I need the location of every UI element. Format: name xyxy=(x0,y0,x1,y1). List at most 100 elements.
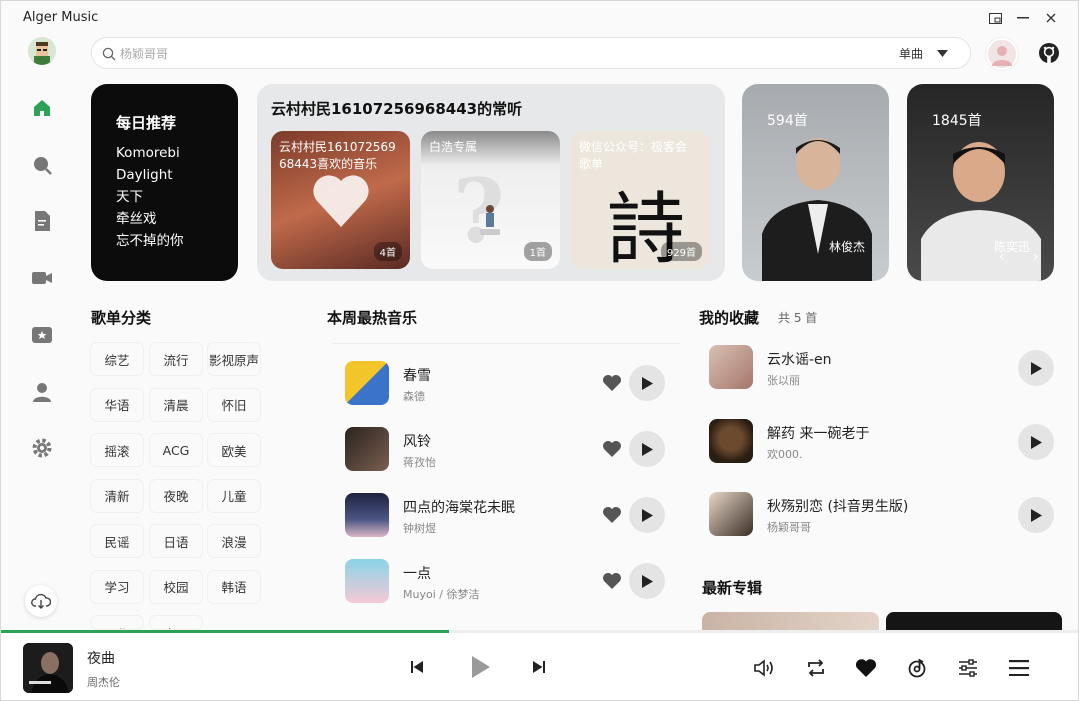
song-cover xyxy=(709,419,753,463)
carousel-next-icon[interactable]: › xyxy=(1033,249,1039,265)
artist-card[interactable]: 594首 林俊杰 xyxy=(742,84,889,281)
settings-icon[interactable] xyxy=(29,435,55,461)
mv-icon[interactable] xyxy=(29,265,55,291)
github-icon[interactable] xyxy=(1038,42,1060,64)
category-tag[interactable]: 校园 xyxy=(150,570,202,603)
daily-song: Komorebi xyxy=(116,145,180,161)
song-cover xyxy=(345,427,389,471)
song-name: 云水谣-en xyxy=(767,352,832,368)
search-input[interactable] xyxy=(120,44,720,64)
play-icon xyxy=(1031,435,1042,449)
user-avatar[interactable] xyxy=(28,37,56,65)
lyrics-button[interactable] xyxy=(905,657,929,679)
play-button[interactable] xyxy=(629,365,665,401)
favorite-song-row[interactable]: 云水谣-en 张以丽 xyxy=(709,341,1059,397)
playlist-card[interactable]: 詩 微信公众号：极客会 歌单 929首 xyxy=(571,131,710,269)
category-tag[interactable]: 工作 xyxy=(91,616,143,629)
category-tag[interactable]: 流行 xyxy=(150,343,202,375)
minimize-icon[interactable] xyxy=(1013,9,1033,27)
user-icon[interactable] xyxy=(29,379,55,405)
play-icon xyxy=(1031,508,1042,522)
category-tag[interactable]: 清晨 xyxy=(150,388,202,421)
like-heart-icon[interactable] xyxy=(601,438,623,460)
category-tag[interactable]: 华语 xyxy=(91,388,143,421)
play-button[interactable] xyxy=(1018,424,1054,460)
song-cover xyxy=(709,345,753,389)
pip-icon[interactable] xyxy=(985,9,1005,27)
category-tag[interactable]: 清新 xyxy=(91,479,143,512)
song-artist: 蒋孜怡 xyxy=(403,456,436,469)
play-pause-button[interactable] xyxy=(467,653,495,681)
hot-song-row[interactable]: 风铃 蒋孜怡 xyxy=(345,423,675,479)
playlist-icon[interactable] xyxy=(29,208,55,234)
category-tag[interactable]: 欧美 xyxy=(208,434,260,466)
category-tag[interactable]: 电子 xyxy=(150,616,202,629)
search-nav-icon[interactable] xyxy=(29,152,55,178)
song-cover xyxy=(709,492,753,536)
category-tag[interactable]: 夜晚 xyxy=(150,479,202,512)
playlist-card[interactable]: ? 白浩专属 1首 xyxy=(421,131,560,269)
category-tag[interactable]: 浪漫 xyxy=(208,525,260,557)
category-tag[interactable]: 日语 xyxy=(150,525,202,557)
playlist-name: 微信公众号：极客会 歌单 xyxy=(579,140,688,171)
category-tag[interactable]: 韩语 xyxy=(208,570,260,603)
hot-song-row[interactable]: 四点的海棠花未眠 钟树煜 xyxy=(345,489,675,545)
search-bar: 单曲 xyxy=(91,37,971,69)
like-button[interactable] xyxy=(854,657,878,679)
play-button[interactable] xyxy=(629,431,665,467)
play-icon xyxy=(642,508,653,522)
download-cloud-icon[interactable] xyxy=(25,585,57,617)
playlist-card[interactable]: 云村村民16107256968443喜欢的音乐 4首 xyxy=(271,131,410,269)
search-type-select[interactable]: 单曲 xyxy=(899,45,948,62)
skip-next-icon xyxy=(533,661,545,673)
playlist-count: 929首 xyxy=(660,242,702,261)
play-icon xyxy=(642,442,653,456)
next-button[interactable] xyxy=(529,657,549,677)
album-icon[interactable] xyxy=(29,322,55,348)
category-tag[interactable]: ACG xyxy=(150,434,202,466)
category-tag[interactable]: 学习 xyxy=(91,570,143,603)
favorite-song-row[interactable]: 解药 来一碗老于 欢000. xyxy=(709,415,1059,471)
play-button[interactable] xyxy=(1018,350,1054,386)
playlist-menu-button[interactable] xyxy=(1007,657,1031,679)
song-artist: 欢000. xyxy=(767,448,803,461)
close-icon[interactable] xyxy=(1041,9,1061,27)
play-icon xyxy=(1031,361,1042,375)
volume-button[interactable] xyxy=(752,657,776,679)
like-heart-icon[interactable] xyxy=(601,570,623,592)
play-button[interactable] xyxy=(1018,497,1054,533)
skip-previous-icon xyxy=(411,661,423,673)
favorites-count: 共 5 首 xyxy=(778,311,818,325)
now-playing-cover[interactable] xyxy=(23,643,73,693)
figure-graphic xyxy=(480,205,500,235)
repeat-button[interactable] xyxy=(804,657,828,679)
home-icon[interactable] xyxy=(29,95,55,121)
play-button[interactable] xyxy=(629,563,665,599)
like-heart-icon[interactable] xyxy=(601,372,623,394)
app-title: Alger Music xyxy=(23,10,99,25)
category-tag[interactable]: 民谣 xyxy=(91,525,143,557)
like-heart-icon[interactable] xyxy=(601,504,623,526)
daily-song: Daylight xyxy=(116,167,173,183)
account-avatar[interactable] xyxy=(986,38,1018,70)
category-tag[interactable]: 影视原声 xyxy=(208,343,260,375)
equalizer-button[interactable] xyxy=(956,657,980,679)
song-name: 一点 xyxy=(403,566,431,582)
artist-card[interactable]: 1845首 陈奕迅 ‹ › xyxy=(907,84,1054,281)
heart-icon xyxy=(855,659,877,677)
category-tag[interactable]: 怀旧 xyxy=(208,388,260,421)
hot-song-row[interactable]: 春雪 森德 xyxy=(345,357,675,413)
hot-title: 本周最热音乐 xyxy=(327,309,418,327)
album-card[interactable] xyxy=(886,612,1062,630)
favorite-song-row[interactable]: 秋殇别恋 (抖音男生版) 杨颖哥哥 xyxy=(709,488,1059,544)
category-tag[interactable]: 摇滚 xyxy=(91,434,143,466)
song-artist: 钟树煜 xyxy=(403,522,436,535)
previous-button[interactable] xyxy=(407,657,427,677)
album-card[interactable] xyxy=(702,612,879,630)
category-tag[interactable]: 儿童 xyxy=(208,479,260,512)
daily-recommend-card[interactable]: 每日推荐 Komorebi Daylight 天下 牵丝戏 忘不掉的你 xyxy=(91,84,238,281)
play-button[interactable] xyxy=(629,497,665,533)
carousel-prev-icon[interactable]: ‹ xyxy=(999,249,1005,265)
hot-song-row[interactable]: 一点 Muyoi / 徐梦洁 xyxy=(345,555,675,611)
category-tag[interactable]: 综艺 xyxy=(91,343,143,375)
